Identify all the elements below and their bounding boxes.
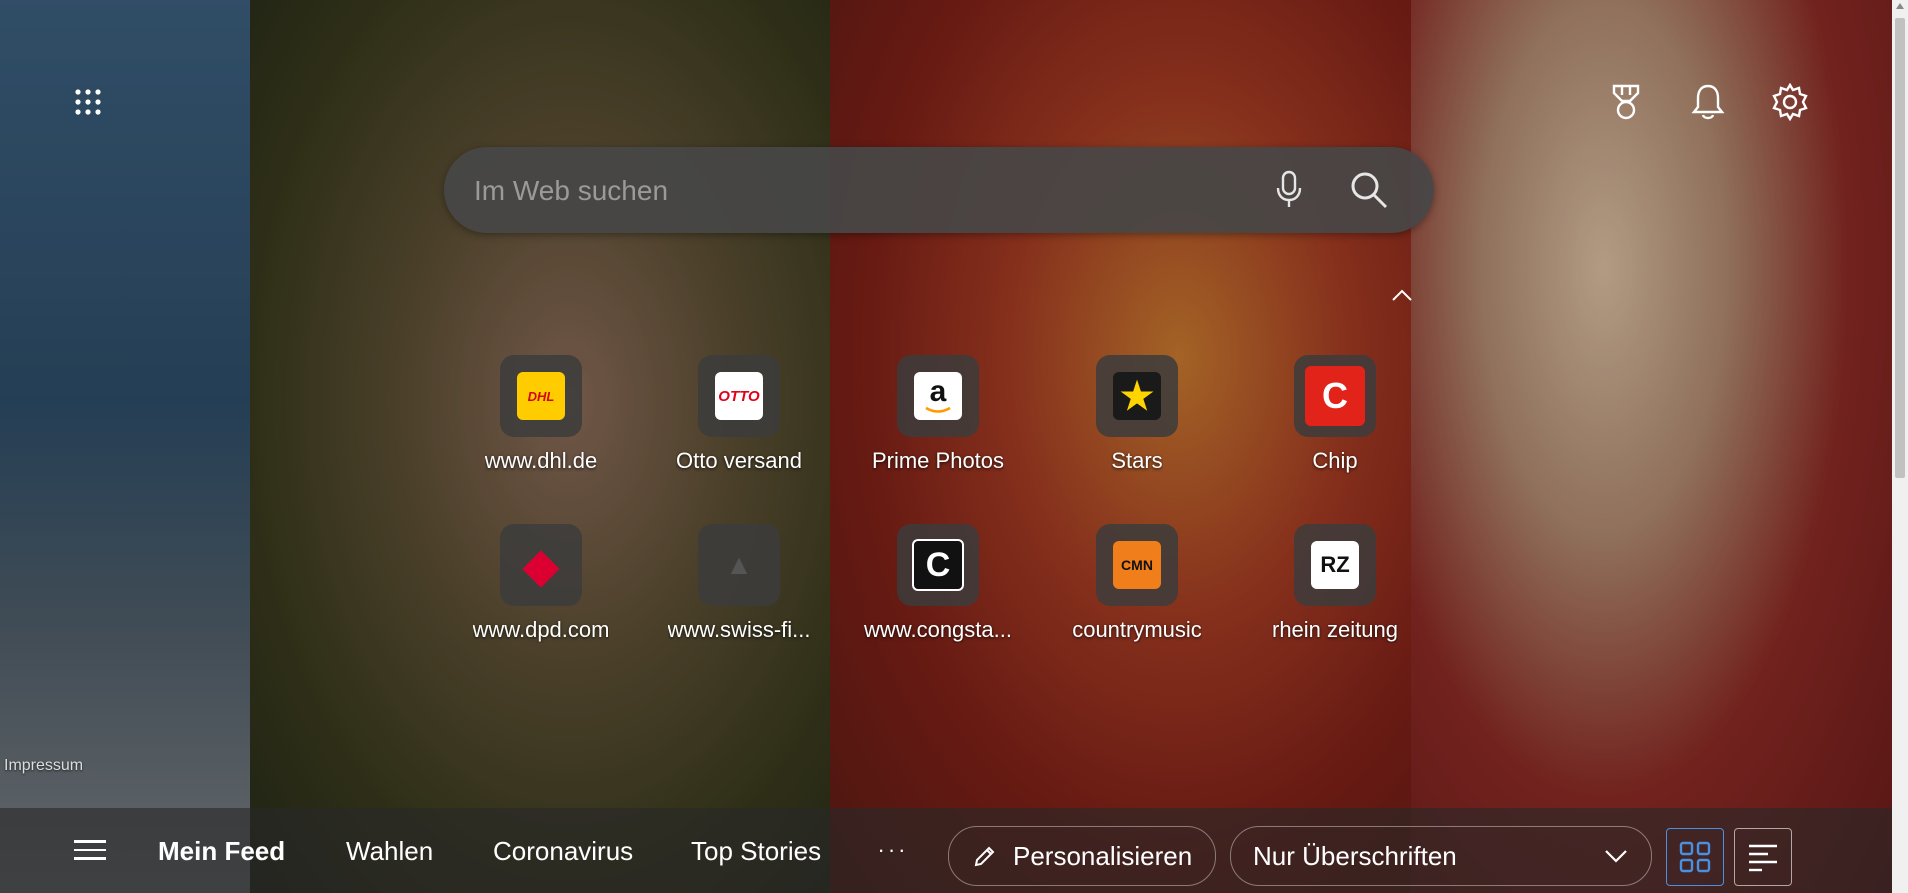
mountain-logo-icon: ▲ <box>725 549 753 580</box>
quick-link-tile: a <box>897 355 979 437</box>
quick-link-prime-photos[interactable]: a Prime Photos <box>853 355 1023 505</box>
list-layout-icon <box>1746 842 1780 872</box>
chevron-down-icon <box>1603 843 1629 872</box>
background-photo-4 <box>1411 0 1892 893</box>
quick-link-label: Stars <box>1111 448 1163 473</box>
quick-link-tile: ★ <box>1096 355 1178 437</box>
quick-link-otto[interactable]: OTTO Otto versand <box>654 355 824 505</box>
rz-logo-icon: RZ <box>1311 541 1359 589</box>
tab-mein-feed[interactable]: Mein Feed <box>158 836 285 867</box>
quick-link-label: Chip <box>1312 448 1358 473</box>
quick-link-label: www.dpd.com <box>472 617 610 642</box>
quick-link-label: www.congsta... <box>864 617 1012 642</box>
quick-link-tile: RZ <box>1294 524 1376 606</box>
congstar-logo-icon: C <box>912 539 964 591</box>
quick-link-chip[interactable]: C Chip <box>1250 355 1420 505</box>
search-box <box>444 147 1434 233</box>
amazon-logo-icon: a <box>914 372 962 420</box>
feed-navigation-bar: Mein Feed Wahlen Coronavirus Top Stories… <box>0 808 1892 893</box>
personalize-label: Personalisieren <box>1013 840 1193 871</box>
grid-view-button[interactable] <box>1666 828 1724 886</box>
quick-link-stars[interactable]: ★ Stars <box>1052 355 1222 505</box>
quick-link-tile: C <box>897 524 979 606</box>
quick-link-label: www.swiss-fi... <box>667 617 811 642</box>
notification-bell-icon[interactable] <box>1686 80 1730 124</box>
view-mode-value: Nur Überschriften <box>1253 840 1457 871</box>
quick-link-congstar[interactable]: C www.congsta... <box>853 524 1023 674</box>
quick-link-tile: DHL <box>500 355 582 437</box>
scroll-up-arrow-icon[interactable] <box>1896 3 1904 9</box>
dhl-logo-icon: DHL <box>517 372 565 420</box>
search-input[interactable] <box>472 165 1236 217</box>
amazon-logo-letter: a <box>929 375 947 408</box>
more-options-icon[interactable]: ··· <box>876 834 910 866</box>
tab-wahlen[interactable]: Wahlen <box>346 836 433 867</box>
quick-link-dhl[interactable]: DHL www.dhl.de <box>456 355 626 505</box>
grid-layout-icon <box>1678 840 1712 874</box>
quick-link-label: www.dhl.de <box>484 448 598 473</box>
rewards-trophy-icon[interactable] <box>1604 80 1648 124</box>
apps-grid-icon[interactable] <box>66 80 110 124</box>
list-view-button[interactable] <box>1734 828 1792 886</box>
quick-link-rhein-zeitung[interactable]: RZ rhein zeitung <box>1250 524 1420 674</box>
hamburger-menu-icon[interactable] <box>74 832 114 868</box>
otto-logo-icon: OTTO <box>715 372 763 420</box>
page-scrollbar[interactable] <box>1892 0 1908 893</box>
star-logo-icon: ★ <box>1113 372 1161 420</box>
quick-link-tile: ▲ <box>698 524 780 606</box>
quick-link-countrymusic[interactable]: CMN countrymusic <box>1052 524 1222 674</box>
quick-link-swiss-fi[interactable]: ▲ www.swiss-fi... <box>654 524 824 674</box>
search-icon[interactable] <box>1344 167 1394 213</box>
settings-gear-icon[interactable] <box>1768 80 1812 124</box>
quick-link-tile: CMN <box>1096 524 1178 606</box>
dpd-logo-icon: ◆ <box>523 539 559 591</box>
microphone-icon[interactable] <box>1266 167 1312 213</box>
tab-top-stories[interactable]: Top Stories <box>691 836 821 867</box>
impressum-link[interactable]: Impressum <box>4 757 83 775</box>
personalize-button[interactable]: Personalisieren <box>948 826 1216 886</box>
quick-link-dpd[interactable]: ◆ www.dpd.com <box>456 524 626 674</box>
quick-link-tile: ◆ <box>500 524 582 606</box>
quick-link-label: countrymusic <box>1072 617 1202 642</box>
quick-link-tile: OTTO <box>698 355 780 437</box>
collapse-chevron-up-icon[interactable] <box>1390 286 1414 306</box>
view-mode-select[interactable]: Nur Überschriften <box>1230 826 1652 886</box>
quick-link-tile: C <box>1294 355 1376 437</box>
pencil-icon <box>973 844 997 868</box>
tab-coronavirus[interactable]: Coronavirus <box>493 836 633 867</box>
quick-link-label: rhein zeitung <box>1272 617 1398 642</box>
quick-link-label: Prime Photos <box>871 448 1005 473</box>
scroll-thumb[interactable] <box>1895 18 1905 478</box>
chip-logo-icon: C <box>1305 366 1365 426</box>
quick-link-label: Otto versand <box>676 448 802 473</box>
cmn-logo-icon: CMN <box>1113 541 1161 589</box>
